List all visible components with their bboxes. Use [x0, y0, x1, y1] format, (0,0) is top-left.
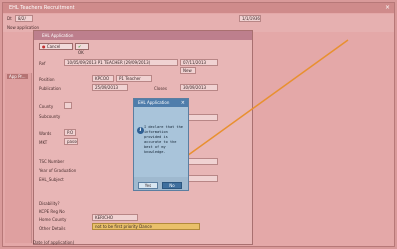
no-button[interactable]: No	[162, 182, 182, 189]
dialog-message: I declare that the information provided …	[144, 125, 183, 154]
yes-button[interactable]: Yes	[138, 182, 158, 189]
annotation-arrow	[147, 39, 349, 185]
info-icon: i	[137, 127, 144, 134]
dialog-title: EHL Application	[138, 100, 170, 105]
dialog-body: i I declare that the information provide…	[134, 107, 188, 177]
dialog-close-icon[interactable]: ×	[181, 99, 185, 107]
confirm-dialog: EHL Application × i I declare that the i…	[133, 98, 189, 191]
dialog-titlebar: EHL Application ×	[134, 99, 188, 107]
